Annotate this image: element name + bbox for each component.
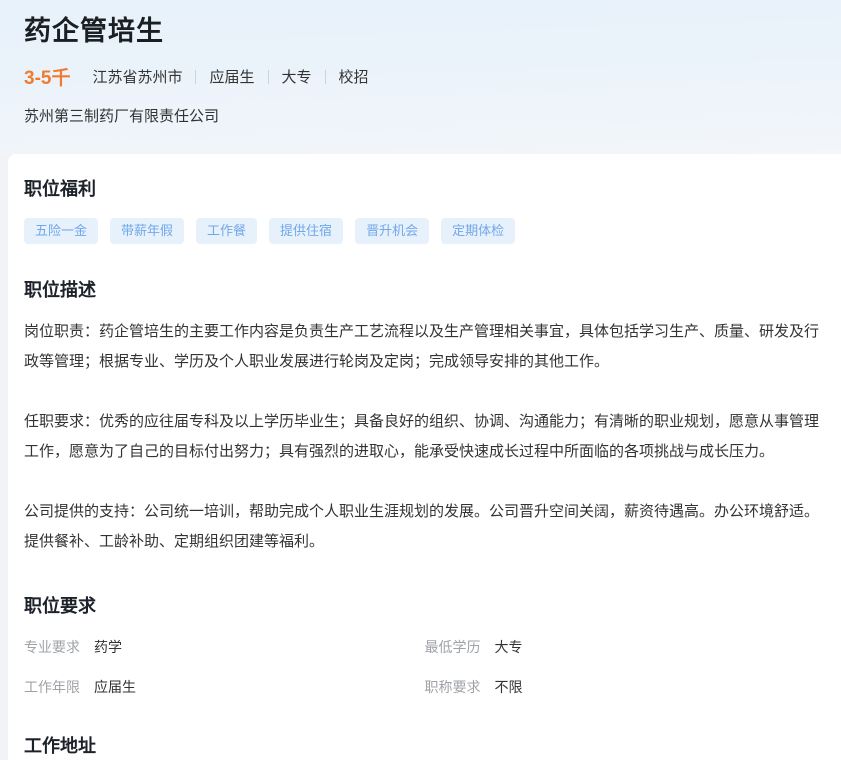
job-header: 药企管培生 3-5千 江苏省苏州市 应届生 大专 校招 苏州第三制药厂有限责任公… (0, 0, 841, 154)
requirement-field: 专业要求 药学 (24, 637, 425, 657)
requirement-label: 专业要求 (24, 637, 80, 657)
requirement-value: 应届生 (94, 677, 136, 697)
job-meta-row: 3-5千 江苏省苏州市 应届生 大专 校招 (24, 63, 817, 90)
meta-location: 江苏省苏州市 (92, 66, 182, 87)
requirements-heading: 职位要求 (24, 595, 825, 617)
requirement-field: 职称要求 不限 (425, 677, 826, 697)
meta-divider (325, 70, 326, 84)
requirement-label: 最低学历 (425, 637, 481, 657)
company-name[interactable]: 苏州第三制药厂有限责任公司 (24, 105, 817, 126)
requirements-grid: 专业要求 药学 最低学历 大专 工作年限 应届生 职称要求 不限 (24, 637, 825, 697)
description-paragraph: 任职要求：优秀的应往届专科及以上学历毕业生；具备良好的组织、协调、沟通能力；有清… (24, 407, 825, 467)
benefit-tag: 提供住宿 (269, 218, 343, 244)
meta-experience: 应届生 (209, 66, 254, 87)
address-heading: 工作地址 (24, 735, 825, 757)
description-paragraph: 公司提供的支持：公司统一培训，帮助完成个人职业生涯规划的发展。公司晋升空间关阔，… (24, 497, 825, 557)
requirement-field: 最低学历 大专 (425, 637, 826, 657)
description-heading: 职位描述 (24, 279, 825, 301)
requirement-value: 不限 (495, 677, 523, 697)
meta-recruit-type: 校招 (339, 66, 369, 87)
benefit-tag: 定期体检 (441, 218, 515, 244)
benefit-tag: 工作餐 (196, 218, 257, 244)
description-paragraph: 岗位职责：药企管培生的主要工作内容是负责生产工艺流程以及生产管理相关事宜，具体包… (24, 317, 825, 377)
benefit-tag: 晋升机会 (355, 218, 429, 244)
job-title: 药企管培生 (24, 14, 817, 48)
salary-text: 3-5千 (24, 63, 70, 90)
requirement-label: 职称要求 (425, 677, 481, 697)
requirement-value: 大专 (495, 637, 523, 657)
requirement-value: 药学 (94, 637, 122, 657)
description-body: 岗位职责：药企管培生的主要工作内容是负责生产工艺流程以及生产管理相关事宜，具体包… (24, 317, 825, 557)
meta-divider (195, 70, 196, 84)
benefits-heading: 职位福利 (24, 178, 825, 200)
meta-education: 大专 (282, 66, 312, 87)
job-detail-card: 职位福利 五险一金 带薪年假 工作餐 提供住宿 晋升机会 定期体检 职位描述 岗… (8, 154, 841, 760)
requirement-field: 工作年限 应届生 (24, 677, 425, 697)
requirement-label: 工作年限 (24, 677, 80, 697)
benefit-tag: 带薪年假 (110, 218, 184, 244)
benefit-tag: 五险一金 (24, 218, 98, 244)
meta-divider (268, 70, 269, 84)
benefits-tags-row: 五险一金 带薪年假 工作餐 提供住宿 晋升机会 定期体检 (24, 218, 825, 244)
